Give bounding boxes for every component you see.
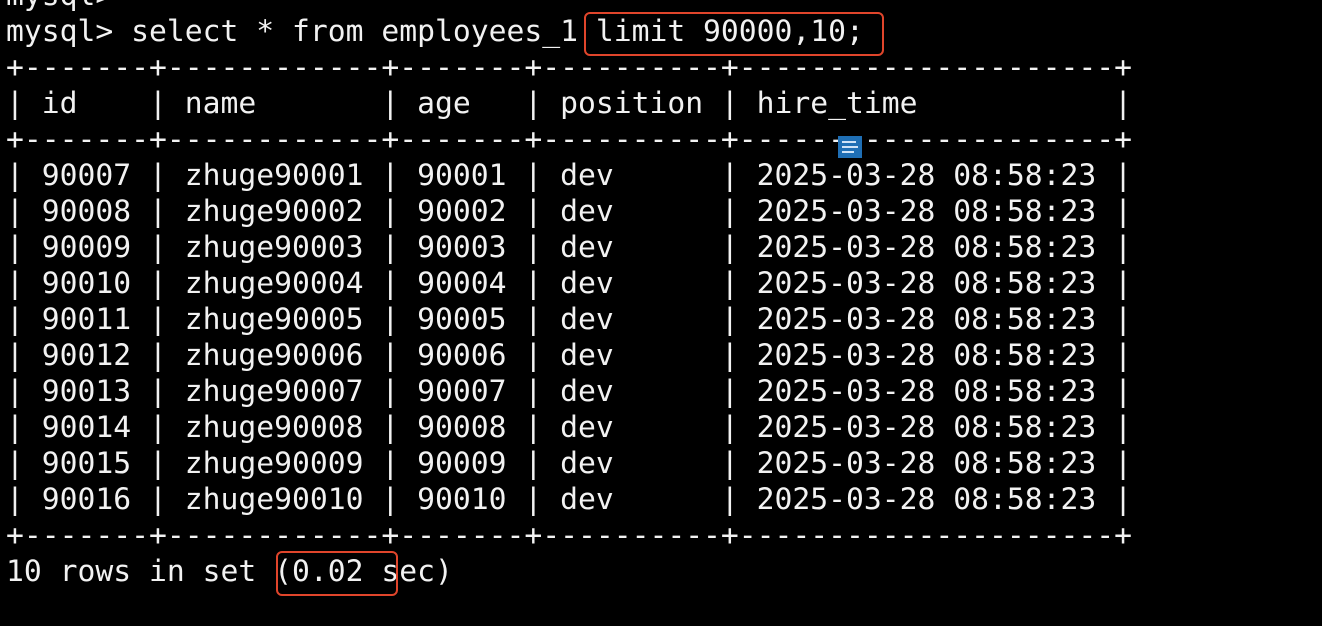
table-header-row: | id | name | age | position | hire_time… xyxy=(6,86,1133,121)
previous-prompt-line: mysql> xyxy=(6,0,1132,14)
query-time-highlight xyxy=(276,551,398,596)
limit-clause-highlight xyxy=(584,12,884,56)
table-row: | 90016 | zhuge90010 | 90010 | dev | 202… xyxy=(6,482,1133,517)
table-row: | 90011 | zhuge90005 | 90005 | dev | 202… xyxy=(6,302,1133,337)
table-border-bottom: +-------+------------+-------+----------… xyxy=(6,518,1133,553)
table-border-middle: +-------+------------+-------+----------… xyxy=(6,122,1133,157)
table-row: | 90008 | zhuge90002 | 90002 | dev | 202… xyxy=(6,194,1133,229)
table-row: | 90010 | zhuge90004 | 90004 | dev | 202… xyxy=(6,266,1133,301)
table-row: | 90013 | zhuge90007 | 90007 | dev | 202… xyxy=(6,374,1133,409)
result-summary-line: 10 rows in set (0.02 sec) xyxy=(6,554,453,589)
table-row: | 90009 | zhuge90003 | 90003 | dev | 202… xyxy=(6,230,1133,265)
table-row: | 90007 | zhuge90001 | 90001 | dev | 202… xyxy=(6,158,1133,193)
table-row: | 90015 | zhuge90009 | 90009 | dev | 202… xyxy=(6,446,1133,481)
table-row: | 90014 | zhuge90008 | 90008 | dev | 202… xyxy=(6,410,1133,445)
terminal-window[interactable]: mysql>mysql> select * from employees_1 l… xyxy=(0,0,1322,626)
command-line: mysql> select * from employees_1 limit 9… xyxy=(6,14,864,49)
text-cursor-icon xyxy=(838,136,862,158)
terminal-output: mysql>mysql> select * from employees_1 l… xyxy=(6,0,1132,590)
table-border-top: +-------+------------+-------+----------… xyxy=(6,50,1133,85)
table-row: | 90012 | zhuge90006 | 90006 | dev | 202… xyxy=(6,338,1133,373)
